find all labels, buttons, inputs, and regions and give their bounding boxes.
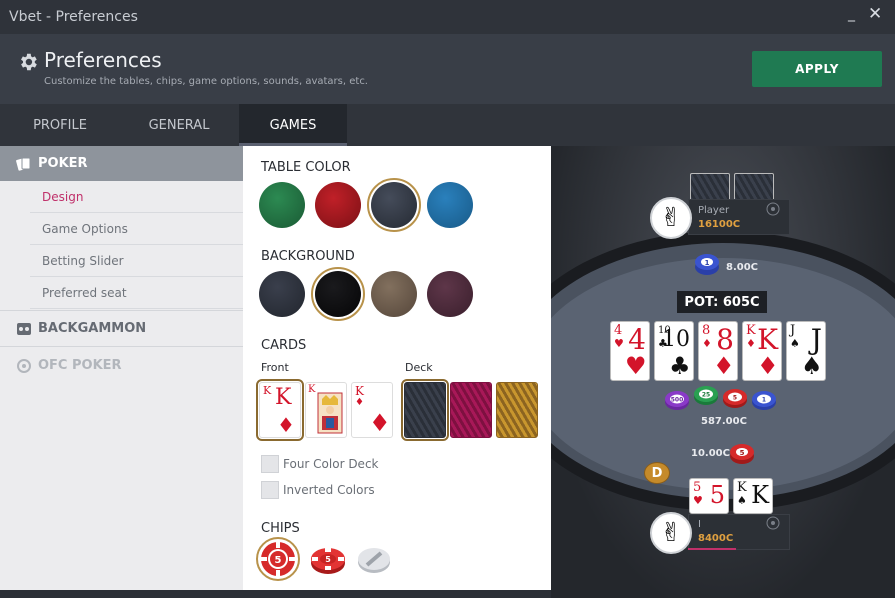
chips-title: CHIPS [261, 521, 300, 536]
svg-text:25: 25 [702, 392, 710, 399]
sidebar-item-betting-slider[interactable]: Betting Slider [0, 245, 243, 277]
board-card: 4 ♥ 4 ♥ [610, 321, 650, 381]
hero-name: I [698, 519, 701, 530]
victory-hand-icon: ✌ [660, 203, 682, 233]
ofc-icon [17, 358, 31, 373]
board-card: 8 ♦ 8 ♦ [698, 321, 738, 381]
dealer-button: D [644, 462, 670, 484]
window-titlebar: Vbet - Preferences _ ✕ [0, 0, 895, 34]
pot-label: POT: [684, 294, 719, 310]
tab-general[interactable]: GENERAL [120, 104, 238, 146]
tab-profile[interactable]: PROFILE [0, 104, 120, 146]
sidebar-category-label: POKER [38, 156, 88, 171]
cards-title: CARDS [261, 338, 307, 353]
hero-timer-bar [688, 548, 736, 550]
chip-25: 25 [694, 386, 718, 405]
sidebar: POKER Design Game Options Betting Slider… [0, 146, 243, 598]
svg-text:5: 5 [275, 555, 282, 566]
table-color-title: TABLE COLOR [261, 160, 351, 175]
background-black[interactable] [311, 267, 365, 321]
chip-style-classic[interactable]: 5 [256, 537, 300, 581]
center-chips-amount: 587.00C [701, 416, 747, 427]
divider [0, 346, 243, 347]
deck-label: Deck [405, 361, 433, 374]
diamond-icon: ♦ [369, 409, 391, 437]
pot-chips: 500 25 5 1 [665, 386, 776, 410]
hero-bet-amount: 10.00C [691, 448, 730, 459]
sidebar-category-poker[interactable]: POKER [0, 146, 243, 181]
bottom-strip [0, 590, 551, 598]
king-figure-icon [317, 392, 343, 434]
svg-text:5: 5 [325, 555, 331, 564]
opponent-name: Player [698, 205, 730, 216]
four-color-deck-label: Four Color Deck [283, 457, 379, 471]
note-icon[interactable] [765, 515, 781, 531]
pot-value: 605C [722, 294, 760, 310]
tab-bar: PROFILE GENERAL GAMES [0, 104, 895, 146]
sidebar-item-design[interactable]: Design [0, 181, 243, 213]
deck-back-gold[interactable] [496, 382, 538, 438]
window-title: Vbet - Preferences [9, 9, 138, 25]
tab-games[interactable]: GAMES [239, 104, 347, 146]
inverted-colors-checkbox[interactable] [261, 481, 279, 499]
inverted-colors-label: Inverted Colors [283, 483, 375, 497]
table-color-green[interactable] [259, 182, 305, 228]
close-button[interactable]: ✕ [868, 4, 886, 26]
card-front-simple[interactable]: K ♦ ♦ [351, 382, 393, 438]
hero-bet-chip: 5 [730, 444, 754, 464]
deck-back-magenta[interactable] [450, 382, 492, 438]
pot-display: POT: 605C [677, 291, 767, 313]
opponent-bet-chip: 1 [695, 254, 719, 275]
diamond-icon: ♦ [355, 397, 364, 408]
hero-card: 5 ♥ 5 [689, 478, 729, 514]
board-card: K ♦ K ♦ [742, 321, 782, 381]
chip-1: 1 [752, 391, 776, 410]
svg-text:5: 5 [733, 395, 737, 402]
table-color-slate[interactable] [367, 178, 421, 232]
background-title: BACKGROUND [261, 249, 355, 264]
sidebar-category-ofc-poker[interactable]: OFC POKER [0, 348, 243, 383]
minimize-button[interactable]: _ [848, 6, 864, 26]
board-card: 10 ♣ 10 ♣ [654, 321, 694, 381]
hero-avatar[interactable]: ✌ [650, 512, 692, 554]
chip-5: 5 [723, 389, 747, 408]
backgammon-icon [17, 322, 31, 335]
cards-icon [16, 157, 31, 171]
background-plum[interactable] [427, 271, 473, 317]
chip-500: 500 [665, 391, 689, 410]
background-slate[interactable] [259, 271, 305, 317]
svg-text:5: 5 [740, 449, 745, 457]
sidebar-category-backgammon[interactable]: BACKGAMMON [0, 311, 243, 346]
svg-text:500: 500 [671, 397, 684, 404]
svg-text:1: 1 [762, 397, 766, 404]
apply-button[interactable]: APPLY [752, 51, 882, 87]
chip-style-flat[interactable]: 5 [310, 541, 346, 577]
svg-text:1: 1 [705, 259, 710, 267]
table-color-red[interactable] [315, 182, 361, 228]
sidebar-item-preferred-seat[interactable]: Preferred seat [0, 277, 243, 309]
front-label: Front [261, 361, 289, 374]
gear-icon [21, 53, 37, 71]
diamond-icon: ♦ [277, 413, 295, 437]
sidebar-item-game-options[interactable]: Game Options [0, 213, 243, 245]
hero-stack: 8400C [698, 533, 734, 544]
page-subtitle: Customize the tables, chips, game option… [44, 76, 368, 87]
hero-card: K ♠ K [733, 478, 773, 514]
table-color-blue[interactable] [427, 182, 473, 228]
note-icon[interactable] [765, 201, 781, 217]
card-front-classic[interactable]: K K ♦ [256, 379, 304, 441]
background-wood[interactable] [371, 271, 417, 317]
opponent-stack: 16100C [698, 219, 741, 230]
four-color-deck-checkbox[interactable] [261, 455, 279, 473]
sidebar-category-label: BACKGAMMON [38, 321, 147, 336]
chip-style-none[interactable] [356, 541, 392, 577]
board-card: J ♠ J ♠ [786, 321, 826, 381]
deck-back-slate[interactable] [401, 379, 449, 441]
sidebar-category-label: OFC POKER [38, 358, 122, 373]
opponent-avatar[interactable]: ✌ [650, 197, 692, 239]
victory-hand-icon: ✌ [660, 518, 682, 548]
page-title: Preferences [44, 48, 162, 72]
card-front-face[interactable]: K [305, 382, 347, 438]
opponent-bet-amount: 8.00C [726, 262, 759, 273]
